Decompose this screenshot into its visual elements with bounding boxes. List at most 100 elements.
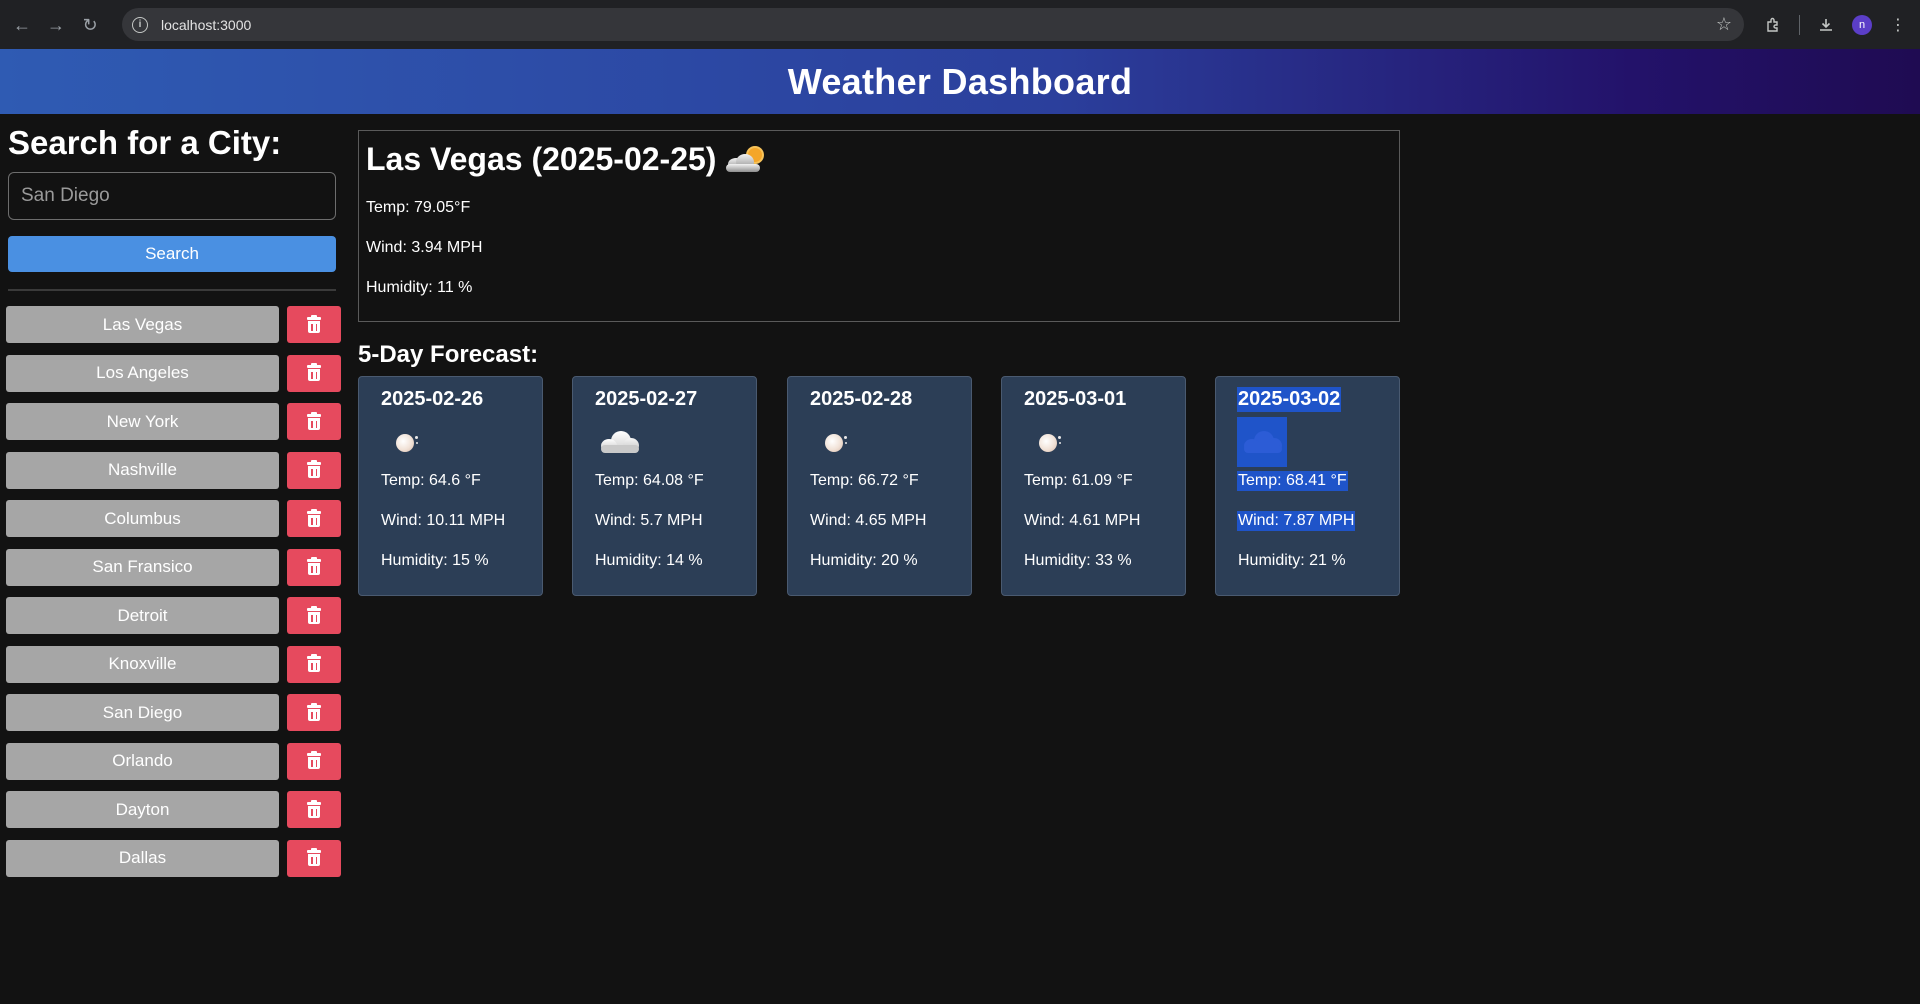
history-city-button[interactable]: Las Vegas bbox=[6, 306, 279, 343]
sidebar-divider bbox=[8, 289, 336, 291]
trash-icon bbox=[307, 702, 321, 721]
delete-city-button[interactable] bbox=[287, 548, 341, 586]
profile-avatar[interactable]: n bbox=[1852, 14, 1872, 35]
current-weather-heading: Las Vegas (2025-02-25) bbox=[366, 141, 764, 178]
forecast-humidity: Humidity: 14 % bbox=[595, 552, 703, 569]
trash-icon bbox=[307, 314, 321, 333]
forecast-temp: Temp: 66.72 °F bbox=[810, 472, 919, 489]
history-item: Knoxville bbox=[6, 645, 342, 683]
current-temp: Temp: 79.05°F bbox=[366, 199, 471, 216]
history-item: Dallas bbox=[6, 839, 342, 877]
cloud-icon bbox=[1237, 417, 1287, 467]
forecast-card: 2025-03-02 Temp: 68.41 °F Wind: 7.87 MPH… bbox=[1215, 376, 1400, 596]
history-item: Orlando bbox=[6, 742, 342, 780]
address-bar[interactable]: i localhost:3000 ☆ bbox=[122, 8, 1744, 41]
forecast-temp: Temp: 64.6 °F bbox=[381, 472, 481, 489]
menu-kebab-icon[interactable]: ⋮ bbox=[1886, 13, 1910, 37]
history-city-button[interactable]: Knoxville bbox=[6, 645, 279, 683]
history-item: San Diego bbox=[6, 694, 342, 731]
forecast-heading: 5-Day Forecast: bbox=[358, 341, 539, 368]
forward-icon[interactable]: → bbox=[44, 13, 68, 37]
page-title: Weather Dashboard bbox=[787, 60, 1133, 102]
download-icon[interactable] bbox=[1814, 13, 1838, 37]
clear-sky-icon bbox=[380, 417, 430, 467]
bookmark-star-icon[interactable]: ☆ bbox=[1716, 14, 1732, 35]
forecast-temp: Temp: 61.09 °F bbox=[1024, 472, 1133, 489]
url-text[interactable]: localhost:3000 bbox=[161, 17, 251, 33]
forecast-humidity: Humidity: 21 % bbox=[1238, 552, 1346, 569]
delete-city-button[interactable] bbox=[287, 742, 341, 780]
history-city-button[interactable]: Nashville bbox=[6, 451, 279, 489]
history-item: Dayton bbox=[6, 791, 342, 828]
delete-city-button[interactable] bbox=[287, 694, 341, 731]
partly-cloudy-icon bbox=[724, 146, 764, 174]
history-item: Nashville bbox=[6, 451, 342, 489]
forecast-card: 2025-02-27 Temp: 64.08 °F Wind: 5.7 MPH … bbox=[572, 376, 757, 596]
forecast-wind: Wind: 4.61 MPH bbox=[1024, 512, 1141, 529]
history-item: New York bbox=[6, 403, 342, 440]
delete-city-button[interactable] bbox=[287, 500, 341, 537]
delete-city-button[interactable] bbox=[287, 354, 341, 392]
forecast-card: 2025-03-01 Temp: 61.09 °F Wind: 4.61 MPH… bbox=[1001, 376, 1186, 596]
forecast-card: 2025-02-28 Temp: 66.72 °F Wind: 4.65 MPH… bbox=[787, 376, 972, 596]
history-city-button[interactable]: Columbus bbox=[6, 500, 279, 537]
trash-icon bbox=[307, 460, 321, 478]
city-search-input[interactable] bbox=[8, 172, 336, 220]
search-history-list: Las Vegas Los Angeles New York Nashville… bbox=[6, 306, 342, 888]
clear-sky-icon bbox=[809, 417, 859, 467]
forecast-date: 2025-02-28 bbox=[810, 388, 913, 410]
current-city-date: Las Vegas (2025-02-25) bbox=[366, 141, 717, 177]
forecast-humidity: Humidity: 20 % bbox=[810, 552, 918, 569]
back-icon[interactable]: ← bbox=[10, 13, 34, 37]
forecast-wind: Wind: 7.87 MPH bbox=[1237, 511, 1356, 531]
history-city-button[interactable]: Detroit bbox=[6, 597, 279, 634]
forecast-date: 2025-03-02 bbox=[1237, 387, 1342, 412]
delete-city-button[interactable] bbox=[287, 451, 341, 489]
clear-sky-icon bbox=[1023, 417, 1073, 467]
forecast-wind: Wind: 4.65 MPH bbox=[810, 512, 927, 529]
history-item: Columbus bbox=[6, 500, 342, 537]
extensions-icon[interactable] bbox=[1761, 13, 1785, 37]
history-city-button[interactable]: Orlando bbox=[6, 742, 279, 780]
history-city-button[interactable]: Los Angeles bbox=[6, 354, 279, 392]
cloud-icon bbox=[594, 417, 644, 467]
forecast-date: 2025-02-27 bbox=[595, 388, 698, 410]
delete-city-button[interactable] bbox=[287, 597, 341, 634]
forecast-date: 2025-02-26 bbox=[381, 388, 484, 410]
search-button[interactable]: Search bbox=[8, 236, 336, 272]
history-item: Los Angeles bbox=[6, 354, 342, 392]
current-weather-card: Las Vegas (2025-02-25) Temp: 79.05°F Win… bbox=[358, 130, 1400, 322]
search-heading: Search for a City: bbox=[8, 124, 282, 161]
trash-icon bbox=[307, 751, 321, 769]
history-city-button[interactable]: New York bbox=[6, 403, 279, 440]
history-item: San Fransico bbox=[6, 548, 342, 586]
trash-icon bbox=[307, 799, 321, 818]
forecast-temp: Temp: 68.41 °F bbox=[1237, 471, 1348, 491]
trash-icon bbox=[307, 508, 321, 527]
delete-city-button[interactable] bbox=[287, 306, 341, 343]
history-city-button[interactable]: Dayton bbox=[6, 791, 279, 828]
history-city-button[interactable]: San Diego bbox=[6, 694, 279, 731]
app-header: Weather Dashboard bbox=[0, 49, 1920, 114]
forecast-card: 2025-02-26 Temp: 64.6 °F Wind: 10.11 MPH… bbox=[358, 376, 543, 596]
toolbar-divider bbox=[1799, 14, 1800, 35]
forecast-humidity: Humidity: 15 % bbox=[381, 552, 489, 569]
current-wind: Wind: 3.94 MPH bbox=[366, 239, 483, 256]
forecast-humidity: Humidity: 33 % bbox=[1024, 552, 1132, 569]
trash-icon bbox=[307, 557, 321, 575]
reload-icon[interactable]: ↻ bbox=[78, 13, 102, 37]
site-info-icon[interactable]: i bbox=[132, 16, 148, 33]
delete-city-button[interactable] bbox=[287, 403, 341, 440]
history-item: Detroit bbox=[6, 597, 342, 634]
delete-city-button[interactable] bbox=[287, 645, 341, 683]
trash-icon bbox=[307, 363, 321, 381]
delete-city-button[interactable] bbox=[287, 791, 341, 828]
history-city-button[interactable]: Dallas bbox=[6, 839, 279, 877]
history-city-button[interactable]: San Fransico bbox=[6, 548, 279, 586]
trash-icon bbox=[307, 411, 321, 430]
trash-icon bbox=[307, 605, 321, 624]
browser-toolbar: ← → ↻ i localhost:3000 ☆ n ⋮ bbox=[0, 0, 1920, 49]
forecast-wind: Wind: 10.11 MPH bbox=[381, 512, 506, 529]
delete-city-button[interactable] bbox=[287, 839, 341, 877]
forecast-date: 2025-03-01 bbox=[1024, 388, 1127, 410]
